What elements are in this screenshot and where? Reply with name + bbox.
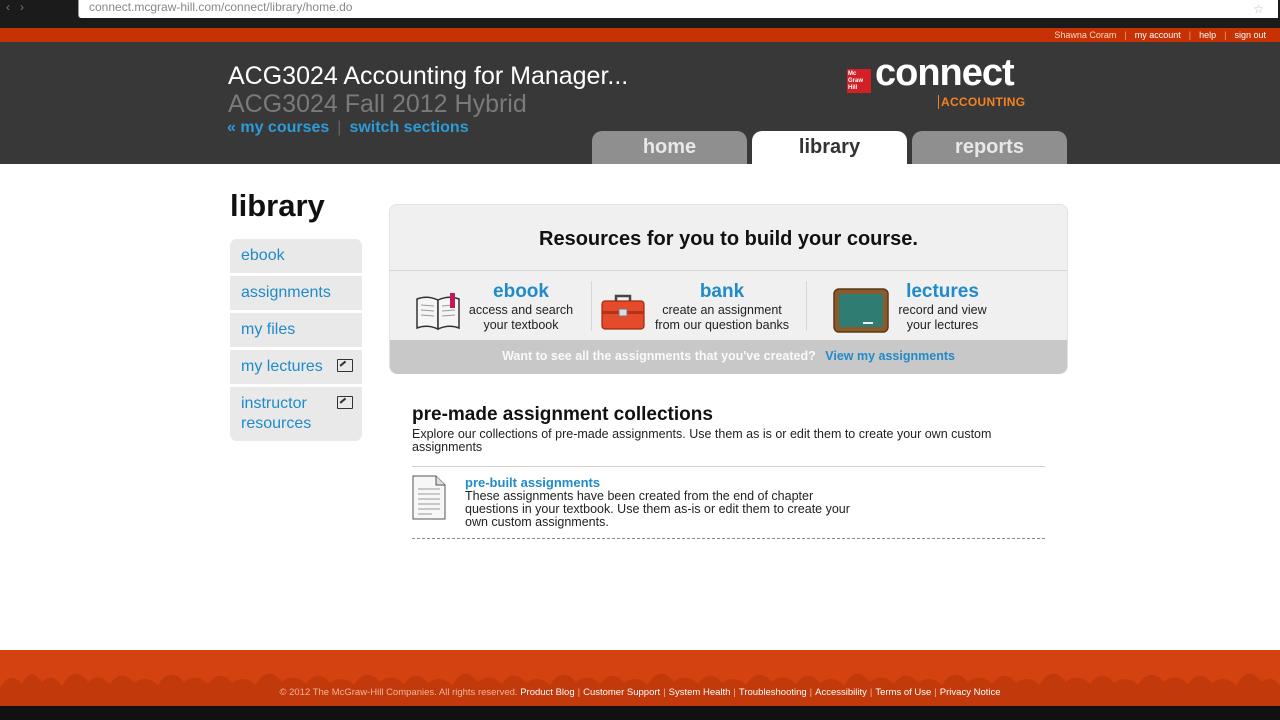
page-title: library — [230, 188, 325, 223]
pre-built-assignments-desc: These assignments have been created from… — [465, 489, 850, 529]
list-item: pre-built assignments These assignments … — [412, 467, 1045, 539]
collections-title: pre-made assignment collections — [412, 404, 713, 425]
sidebar-item-my-files[interactable]: my files — [230, 313, 362, 347]
resource-lectures[interactable]: lectures record and view your lectures — [880, 281, 1005, 333]
utility-bar: Shawna Coram | my account | help | sign … — [0, 28, 1280, 42]
browser-nav-arrows-icon[interactable]: ‹› — [6, 0, 34, 14]
logo-brand: connect — [875, 52, 1015, 94]
assignments-question: Want to see all the assignments that you… — [502, 349, 816, 363]
sign-out-link[interactable]: sign out — [1234, 30, 1266, 40]
view-my-assignments-link[interactable]: View my assignments — [825, 349, 955, 363]
mcgraw-hill-logo-mark: Mc Graw Hill — [847, 69, 871, 93]
switch-sections-link[interactable]: switch sections — [349, 119, 468, 136]
resource-ebook[interactable]: ebook access and search your textbook — [460, 281, 582, 333]
resources-heading: Resources for you to build your course. — [539, 228, 918, 250]
logo-subject: ACCOUNTING — [938, 95, 1025, 109]
library-sidebar: ebook assignments my files my lectures i… — [230, 239, 362, 444]
sidebar-item-assignments[interactable]: assignments — [230, 276, 362, 310]
my-courses-link[interactable]: « my courses — [227, 119, 329, 136]
footer-link-system-health[interactable]: System Health — [669, 687, 731, 698]
footer-link-troubleshooting[interactable]: Troubleshooting — [739, 687, 807, 698]
tab-library[interactable]: library — [752, 131, 907, 164]
course-title: ACG3024 Accounting for Manager... — [228, 62, 629, 90]
sidebar-item-ebook[interactable]: ebook — [230, 239, 362, 273]
open-book-icon[interactable] — [415, 293, 461, 331]
assignments-prompt-bar: Want to see all the assignments that you… — [390, 340, 1067, 374]
sidebar-item-my-lectures[interactable]: my lectures — [230, 350, 362, 384]
footer-link-product-blog[interactable]: Product Blog — [520, 687, 574, 698]
footer-link-terms-of-use[interactable]: Terms of Use — [875, 687, 931, 698]
external-link-icon — [337, 359, 353, 372]
resources-panel: Resources for you to build your course. … — [389, 204, 1068, 374]
site-header: ACG3024 Accounting for Manager... ACG302… — [0, 42, 1280, 164]
crowd-silhouette-decoration — [0, 673, 1280, 706]
course-links: « my courses | switch sections — [227, 119, 469, 136]
footer-links: © 2012 The McGraw-Hill Companies. All ri… — [279, 687, 1001, 698]
footer-link-privacy-notice[interactable]: Privacy Notice — [940, 687, 1001, 698]
copyright: © 2012 The McGraw-Hill Companies. All ri… — [279, 687, 518, 698]
collections-desc: Explore our collections of pre-made assi… — [412, 427, 992, 454]
toolbox-icon[interactable] — [600, 293, 646, 331]
site-footer: © 2012 The McGraw-Hill Companies. All ri… — [0, 650, 1280, 706]
assignment-collections: pre-made assignment collections Explore … — [412, 404, 1045, 539]
my-account-link[interactable]: my account — [1135, 30, 1181, 40]
tab-reports[interactable]: reports — [912, 131, 1067, 164]
resource-bank[interactable]: bank create an assignment from our quest… — [648, 281, 796, 333]
tab-home[interactable]: home — [592, 131, 747, 164]
footer-link-customer-support[interactable]: Customer Support — [583, 687, 660, 698]
browser-toolbar: ‹› connect.mcgraw-hill.com/connect/libra… — [0, 0, 1280, 28]
connect-logo[interactable]: Mc Graw Hill connect ACCOUNTING — [847, 52, 1037, 116]
document-icon[interactable] — [412, 475, 446, 520]
window-bottom-edge — [0, 706, 1280, 720]
pre-built-assignments-link[interactable]: pre-built assignments — [465, 475, 600, 490]
address-bar[interactable]: connect.mcgraw-hill.com/connect/library/… — [78, 0, 1278, 18]
user-name: Shawna Coram — [1054, 30, 1117, 40]
help-link[interactable]: help — [1199, 30, 1216, 40]
sidebar-item-instructor-resources[interactable]: instructor resources — [230, 387, 362, 441]
footer-link-accessibility[interactable]: Accessibility — [815, 687, 867, 698]
main-content: library ebook assignments my files my le… — [0, 164, 1280, 650]
course-section: ACG3024 Fall 2012 Hybrid — [228, 90, 527, 118]
bookmark-star-icon[interactable]: ☆ — [1253, 2, 1264, 16]
external-link-icon — [337, 396, 353, 409]
